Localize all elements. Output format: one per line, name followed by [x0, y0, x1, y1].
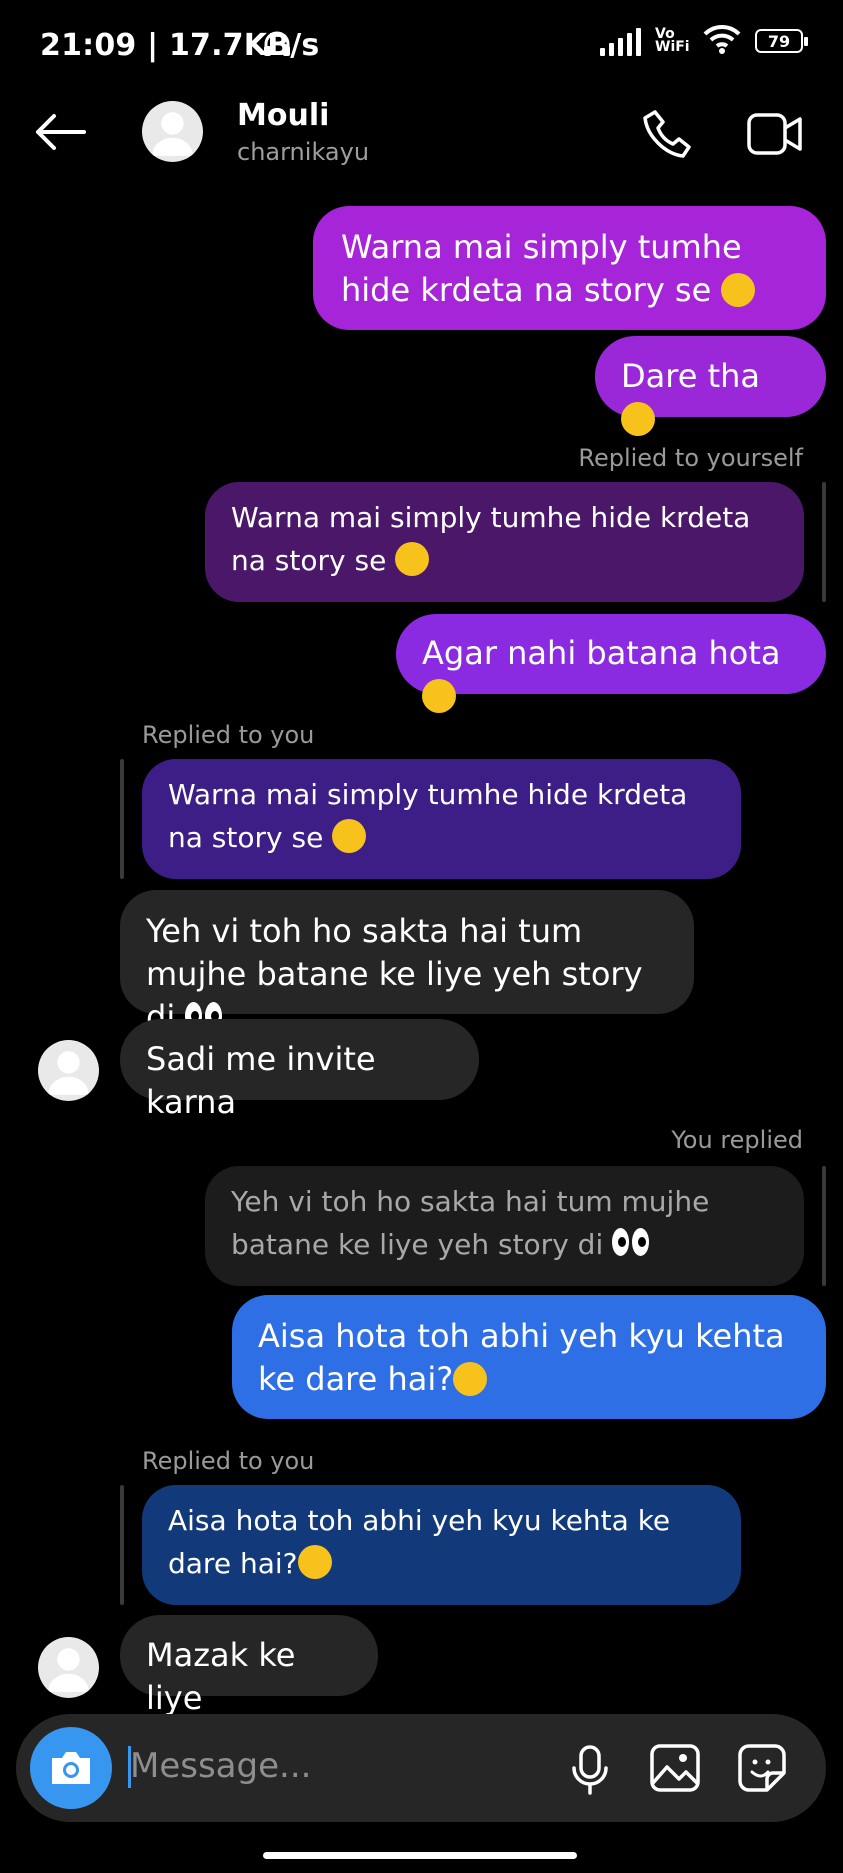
gallery-icon[interactable] [649, 1743, 701, 1797]
signal-icon [600, 26, 641, 56]
message-text: Warna mai simply tumhe hide krdeta na st… [341, 228, 742, 309]
sent-message[interactable]: Dare tha [595, 336, 826, 436]
reply-indicator-line [120, 1485, 124, 1605]
battery-indicator: 79 [755, 29, 808, 53]
received-message[interactable]: Sadi me invite karna [120, 1019, 479, 1121]
rofl-emoji-icon [453, 1362, 488, 1396]
sweat-smile-emoji-icon [621, 402, 655, 436]
back-arrow-icon[interactable] [34, 112, 86, 156]
home-indicator[interactable] [263, 1852, 577, 1859]
message-input[interactable]: Message... [130, 1746, 311, 1786]
sent-message[interactable]: Aisa hota toh abhi yeh kyu kehta ke dare… [232, 1295, 826, 1419]
rofl-emoji-icon [422, 679, 456, 713]
reply-label: Replied to you [142, 1447, 315, 1475]
wifi-icon [703, 24, 741, 58]
quoted-message[interactable]: Yeh vi toh ho sakta hai tum mujhe batane… [205, 1166, 804, 1286]
sent-message[interactable]: Warna mai simply tumhe hide krdeta na st… [313, 206, 826, 330]
reply-indicator-line [822, 1166, 826, 1286]
video-call-icon[interactable] [746, 110, 804, 162]
message-text: Aisa hota toh abhi yeh kyu kehta ke dare… [258, 1317, 785, 1398]
camera-button[interactable] [30, 1727, 112, 1809]
reply-label: You replied [671, 1126, 803, 1154]
reply-indicator-line [822, 482, 826, 602]
quoted-text: Aisa hota toh abhi yeh kyu kehta ke dare… [168, 1504, 671, 1580]
eyes-emoji-icon [612, 1226, 652, 1260]
sticker-icon[interactable] [737, 1743, 787, 1797]
received-message[interactable]: Mazak ke liye [120, 1615, 378, 1717]
contact-name[interactable]: Mouli [237, 98, 329, 133]
received-message[interactable]: Yeh vi toh ho sakta hai tum mujhe batane… [120, 890, 694, 1036]
camera-icon [52, 1752, 90, 1784]
contact-handle[interactable]: charnikayu [237, 138, 369, 166]
rofl-emoji-icon [297, 1545, 332, 1579]
message-text: Mazak ke liye [146, 1636, 296, 1717]
status-icons: Vo WiFi 79 [600, 24, 808, 58]
quoted-text: Warna mai simply tumhe hide krdeta na st… [168, 778, 688, 854]
rofl-emoji-icon [721, 273, 756, 307]
vowifi-label: Vo WiFi [655, 26, 690, 55]
quoted-message[interactable]: Aisa hota toh abhi yeh kyu kehta ke dare… [142, 1485, 741, 1605]
reply-indicator-line [120, 759, 124, 879]
quoted-text: Warna mai simply tumhe hide krdeta na st… [231, 501, 751, 577]
sender-avatar[interactable] [38, 1637, 99, 1698]
headphones-icon [262, 30, 292, 62]
quoted-message[interactable]: Warna mai simply tumhe hide krdeta na st… [142, 759, 741, 879]
quoted-message[interactable]: Warna mai simply tumhe hide krdeta na st… [205, 482, 804, 602]
sender-avatar[interactable] [38, 1040, 99, 1101]
message-text: Sadi me invite karna [146, 1040, 376, 1121]
contact-avatar[interactable] [142, 101, 203, 162]
message-text: Dare tha [621, 357, 760, 395]
rofl-emoji-icon [332, 819, 367, 853]
phone-icon[interactable] [641, 108, 693, 164]
sent-message[interactable]: Agar nahi batana hota [396, 614, 826, 713]
message-text: Agar nahi batana hota [422, 634, 781, 672]
reply-label: Replied to yourself [578, 444, 803, 472]
reply-label: Replied to you [142, 721, 315, 749]
microphone-icon[interactable] [569, 1744, 611, 1800]
rofl-emoji-icon [395, 542, 430, 576]
